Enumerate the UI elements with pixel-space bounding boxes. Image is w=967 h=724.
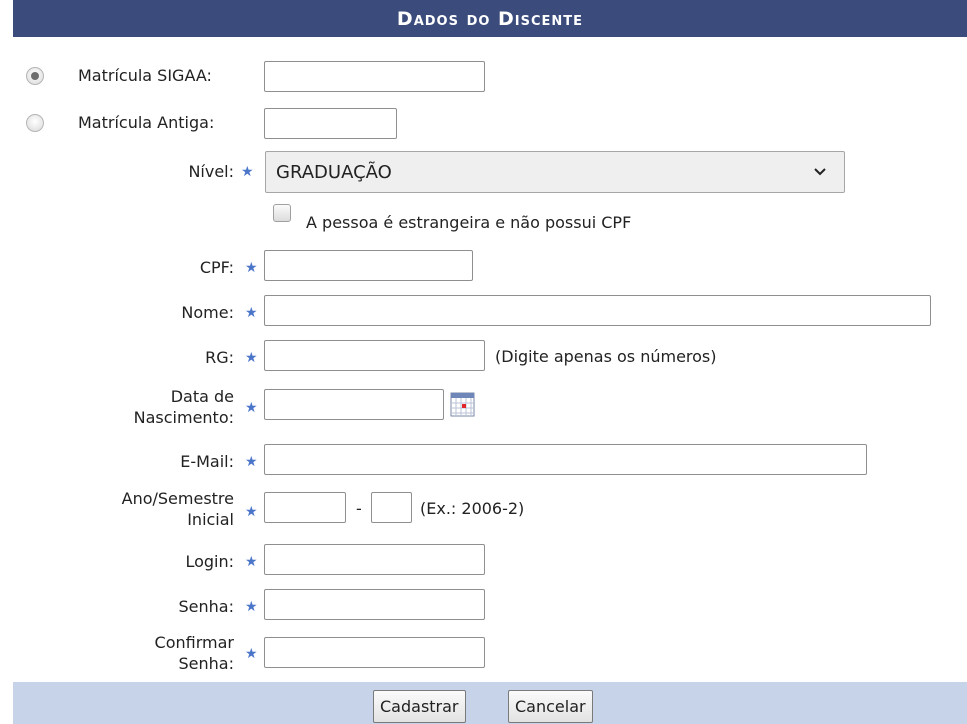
data-nascimento-label-line1: Data de xyxy=(170,387,234,406)
required-star-icon: ★ xyxy=(241,164,254,180)
required-star-icon: ★ xyxy=(245,554,258,570)
data-nascimento-input[interactable] xyxy=(264,389,444,420)
required-star-icon: ★ xyxy=(245,305,258,321)
form-title: Dados do Discente xyxy=(13,0,967,37)
required-star-icon: ★ xyxy=(245,350,258,366)
ano-semestre-label: Ano/Semestre Inicial xyxy=(60,488,234,530)
confirmar-senha-label-line1: Confirmar xyxy=(154,633,234,652)
required-star-icon: ★ xyxy=(245,400,258,416)
ano-semestre-hint: (Ex.: 2006-2) xyxy=(420,499,525,518)
required-star-icon: ★ xyxy=(245,260,258,276)
matricula-antiga-radio[interactable] xyxy=(26,114,44,132)
ano-semestre-label-line1: Ano/Semestre xyxy=(121,489,234,508)
required-star-icon: ★ xyxy=(245,454,258,470)
email-label: E-Mail: xyxy=(180,452,234,471)
required-star-icon: ★ xyxy=(245,646,258,662)
rg-input[interactable] xyxy=(264,340,485,371)
senha-label: Senha: xyxy=(178,597,234,616)
cancelar-button[interactable]: Cancelar xyxy=(508,690,593,723)
cadastrar-button[interactable]: Cadastrar xyxy=(373,690,466,723)
nivel-select-value: GRADUAÇÃO xyxy=(276,161,392,183)
form-title-text: Dados do Discente xyxy=(396,7,584,30)
matricula-antiga-label: Matrícula Antiga: xyxy=(78,113,215,132)
matricula-sigaa-radio[interactable] xyxy=(26,67,44,85)
login-input[interactable] xyxy=(264,544,485,575)
nivel-select[interactable]: GRADUAÇÃO xyxy=(265,151,845,193)
senha-input[interactable] xyxy=(264,589,485,620)
confirmar-senha-label: Confirmar Senha: xyxy=(60,632,234,674)
estrangeira-checkbox[interactable] xyxy=(273,204,291,222)
semestre-input[interactable] xyxy=(371,492,412,523)
nome-label: Nome: xyxy=(181,303,234,322)
rg-label: RG: xyxy=(205,348,234,367)
data-nascimento-label-line2: Nascimento: xyxy=(133,408,234,427)
cpf-input[interactable] xyxy=(264,250,473,281)
required-star-icon: ★ xyxy=(245,504,258,520)
estrangeira-label: A pessoa é estrangeira e não possui CPF xyxy=(306,213,632,232)
ano-input[interactable] xyxy=(264,492,346,523)
nome-input[interactable] xyxy=(264,295,931,326)
confirmar-senha-label-line2: Senha: xyxy=(178,654,234,673)
nivel-label: Nível: xyxy=(188,162,234,181)
calendar-icon[interactable] xyxy=(450,392,475,417)
ano-semestre-separator: - xyxy=(356,499,362,518)
confirmar-senha-input[interactable] xyxy=(264,637,485,668)
login-label: Login: xyxy=(185,552,234,571)
data-nascimento-label: Data de Nascimento: xyxy=(60,386,234,428)
matricula-antiga-input[interactable] xyxy=(264,108,397,139)
rg-hint: (Digite apenas os números) xyxy=(495,347,717,366)
form-footer xyxy=(13,682,967,724)
ano-semestre-label-line2: Inicial xyxy=(187,510,234,529)
cpf-label: CPF: xyxy=(199,258,234,277)
matricula-sigaa-label: Matrícula SIGAA: xyxy=(78,66,212,85)
email-input[interactable] xyxy=(264,444,867,475)
chevron-down-icon xyxy=(814,168,826,176)
required-star-icon: ★ xyxy=(245,599,258,615)
matricula-sigaa-input[interactable] xyxy=(264,61,485,92)
